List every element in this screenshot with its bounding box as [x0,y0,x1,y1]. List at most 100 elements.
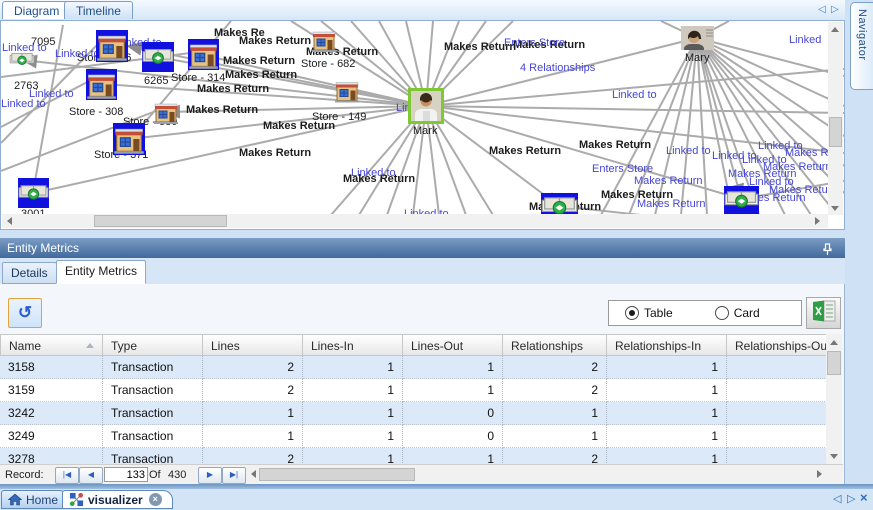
table-cell: 2 [203,448,303,464]
store-node[interactable] [86,69,117,100]
table-cell: 0 [403,425,503,448]
record-number-input[interactable] [104,467,148,482]
scroll-down-icon[interactable] [827,449,841,463]
navigator-tab[interactable]: Navigator [850,2,873,90]
link-label: Mark [413,125,438,137]
table-radio-label: Table [644,306,673,320]
document-tabbar: Home visualizer × ◁ ▷ × [0,489,873,510]
first-record-button[interactable]: |◀ [55,467,79,484]
table-cell: 1 [607,448,727,464]
card-radio[interactable] [714,306,729,320]
diagram-vscrollbar[interactable] [828,22,843,215]
vscroll-thumb[interactable] [827,351,841,375]
diagram-hscrollbar[interactable] [2,214,828,228]
link-label: Makes Return [489,145,562,157]
scroll-up-icon[interactable] [828,22,842,36]
money-node[interactable] [18,178,49,208]
table-cell: 1 [403,356,503,379]
diagram-canvas[interactable]: Makes Re Makes Return Makes Return Makes Re… [0,20,845,230]
mark-person-node[interactable] [408,88,444,124]
column-header-relationships-out[interactable]: Relationships-Out [727,334,826,356]
link-label: Linked to [55,48,100,60]
link-label: Makes Return [197,83,270,95]
tab-scroll-left-icon[interactable]: ◁ [818,4,826,16]
tab-home[interactable]: Home [1,490,70,509]
tab-scroll-left-icon[interactable]: ◁ [833,492,841,505]
sort-ascending-icon [86,343,94,348]
table-radio[interactable] [625,306,639,320]
money-node[interactable] [9,51,35,68]
link-label: Store - 149 [312,111,367,123]
money-node[interactable] [724,186,759,214]
navigator-label: Navigator [856,9,868,61]
table-cell: 2 [503,356,607,379]
column-header-relationships-in[interactable]: Relationships-In [607,334,727,356]
table-cell: 2 [203,356,303,379]
money-node[interactable] [142,42,174,72]
table-row[interactable]: 3249 Transaction 1 1 0 1 1 [0,425,826,448]
store-node[interactable] [113,123,145,155]
table-cell: 1 [303,379,403,402]
table-cell: 3158 [0,356,103,379]
vscroll-thumb[interactable] [829,117,842,147]
link-label: Makes Return [637,198,706,210]
table-cell: Transaction [103,425,203,448]
column-header-relationships[interactable]: Relationships [503,334,607,356]
link-label: Makes Return [239,147,312,159]
tab-timeline[interactable]: Timeline [64,1,133,19]
table-cell: 1 [607,402,727,425]
store-node[interactable] [311,26,337,54]
table-cell: 2 [203,379,303,402]
of-label: Of [149,469,161,481]
table-cell [727,448,826,464]
link-label: Makes Return [239,35,312,47]
tab-diagram[interactable]: Diagram [2,1,72,19]
tab-details[interactable]: Details [2,262,57,284]
table-cell: 1 [303,425,403,448]
link-label: Linked to [1,98,46,110]
hscroll-thumb[interactable] [259,468,415,481]
export-excel-button[interactable] [806,297,841,329]
refresh-button[interactable]: ↺ [8,298,42,328]
link-label: Enters Store [592,163,654,175]
store-node[interactable] [188,39,219,70]
table-row[interactable]: 3158 Transaction 2 1 1 2 1 [0,356,826,379]
mary-person-node[interactable] [681,26,714,50]
tab-scroll-right-icon[interactable]: ▷ [831,4,839,16]
entity-metrics-header: Entity Metrics [0,238,845,258]
store-node[interactable] [334,76,360,105]
table-cell: 2 [503,448,607,464]
scroll-down-icon[interactable] [828,201,842,215]
table-row[interactable]: 3242 Transaction 1 1 0 1 1 [0,402,826,425]
table-cell [727,402,826,425]
table-row[interactable]: 3278 Transaction 2 1 1 2 1 [0,448,826,464]
column-header-name[interactable]: Name [0,334,103,356]
table-cell [727,425,826,448]
link-label: Makes Return [186,104,259,116]
column-header-type[interactable]: Type [103,334,203,356]
table-cell: 1 [607,425,727,448]
next-record-button[interactable]: ▶ [198,467,222,484]
store-node[interactable] [153,99,179,125]
hscroll-thumb[interactable] [94,215,227,227]
close-window-icon[interactable]: × [860,490,868,505]
scroll-up-icon[interactable] [827,335,841,349]
scroll-left-icon[interactable] [246,467,260,481]
tab-scroll-right-icon[interactable]: ▷ [847,492,855,505]
last-record-button[interactable]: ▶| [222,467,246,484]
close-tab-icon[interactable]: × [148,493,162,506]
column-header-lines[interactable]: Lines [203,334,303,356]
table-cell: 1 [503,402,607,425]
column-header-lines-in[interactable]: Lines-In [303,334,403,356]
scroll-right-icon[interactable] [810,214,824,228]
table-row[interactable]: 3159 Transaction 2 1 1 2 1 [0,379,826,402]
scroll-right-icon[interactable] [812,467,826,481]
store-node[interactable] [96,30,128,62]
scroll-left-icon[interactable] [2,214,16,228]
column-header-lines-out[interactable]: Lines-Out [403,334,503,356]
table-vscrollbar[interactable] [826,334,842,464]
tab-visualizer[interactable]: visualizer × [62,490,173,509]
tab-entity-metrics[interactable]: Entity Metrics [56,260,147,284]
previous-record-button[interactable]: ◀ [79,467,103,484]
table-hscrollbar[interactable] [246,467,826,482]
